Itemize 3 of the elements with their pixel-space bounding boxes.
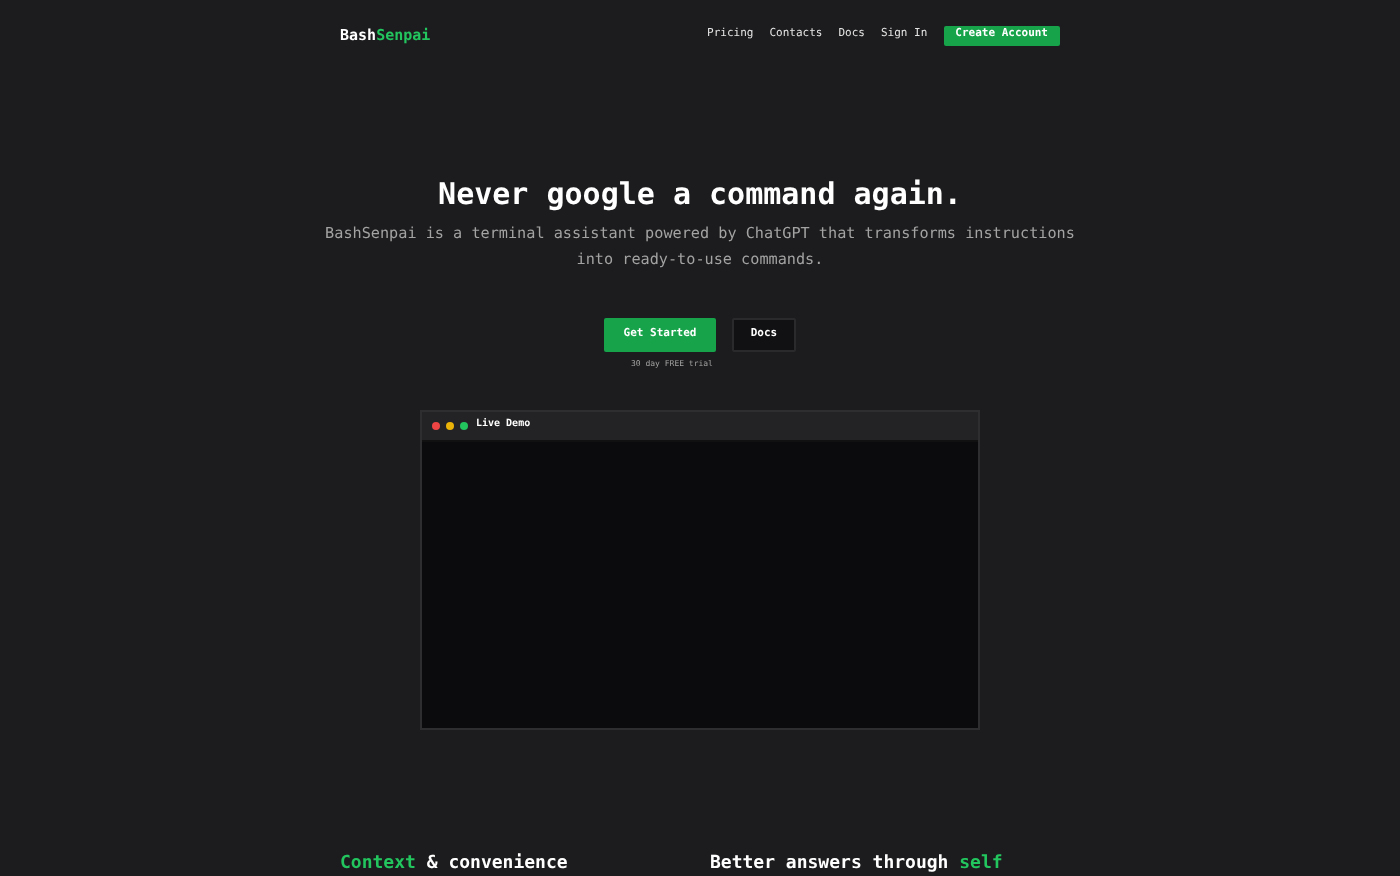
hero-title: Never google a command again. <box>438 176 962 212</box>
feature-heading: Better answers through self <box>710 854 1005 876</box>
feature-heading: Context & convenience <box>340 854 570 876</box>
